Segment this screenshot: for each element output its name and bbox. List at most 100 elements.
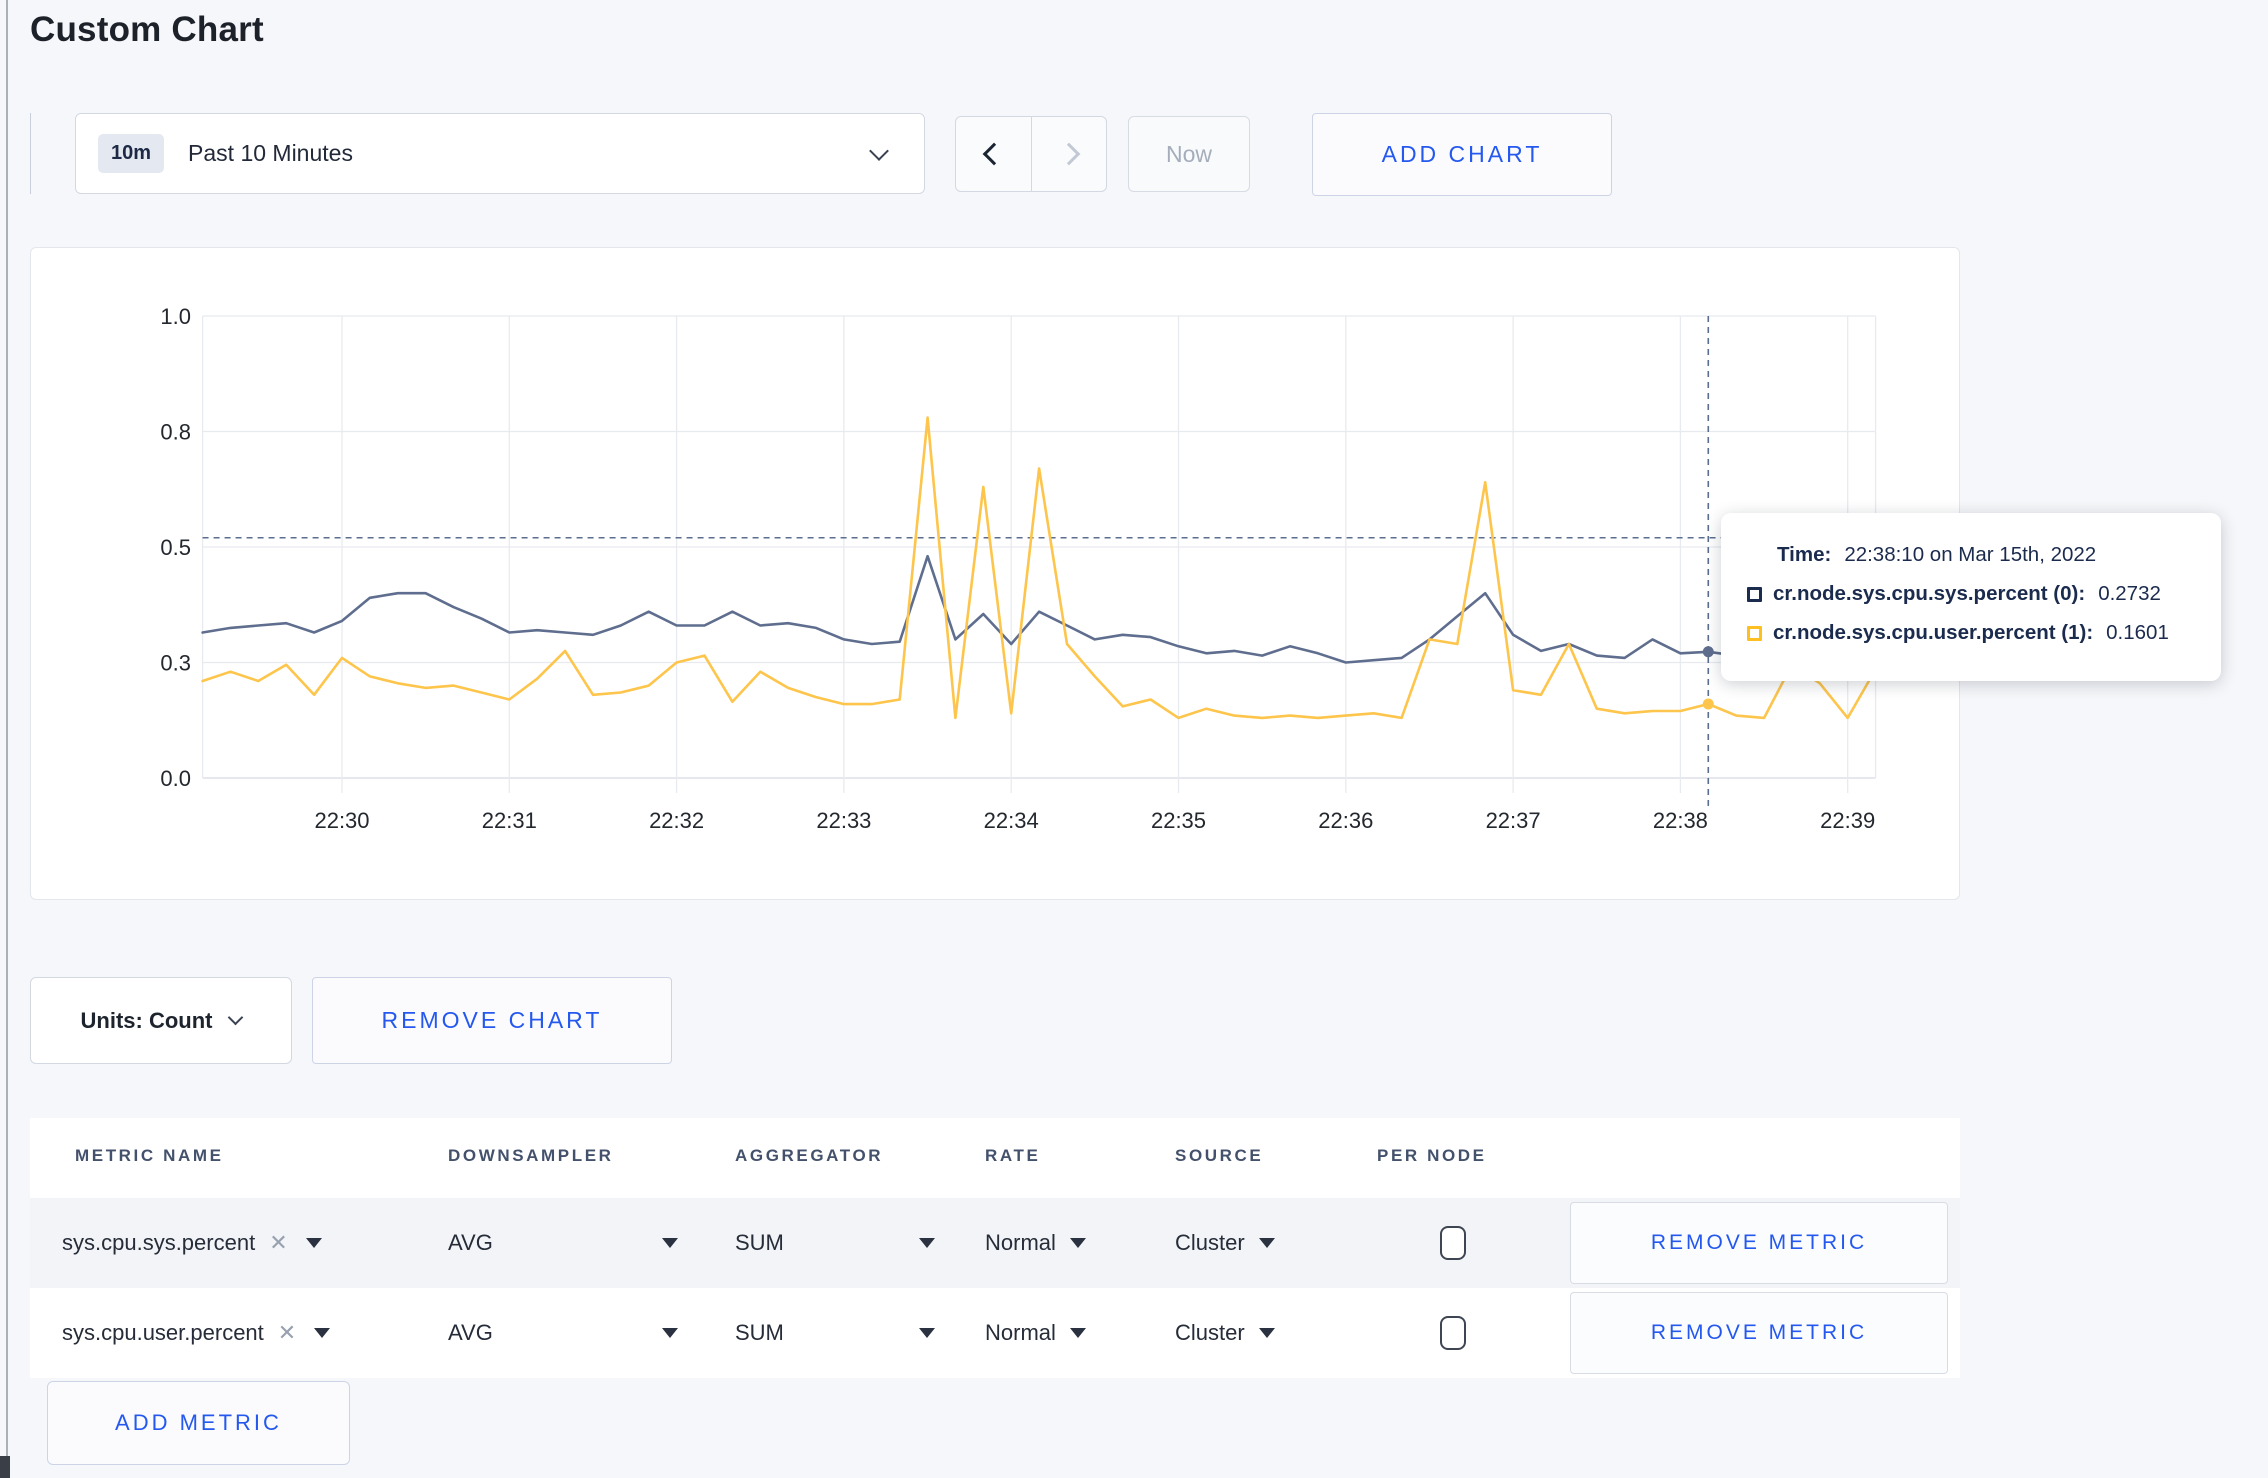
- window-corner-artifact: [0, 1456, 10, 1478]
- units-label: Units: Count: [80, 1007, 213, 1033]
- series-0-legend-square-icon: [1747, 586, 1762, 602]
- dropdown-caret-icon: [662, 1328, 678, 1338]
- x-tick-label: 22:38: [1653, 808, 1708, 833]
- time-range-label: Past 10 Minutes: [188, 140, 353, 166]
- time-nav-group: [955, 116, 1107, 192]
- y-tick-label: 1.0: [160, 304, 191, 329]
- source-select[interactable]: Cluster: [1175, 1288, 1275, 1378]
- tooltip-series-1-value: 0.1601: [2106, 621, 2169, 644]
- per-node-checkbox[interactable]: [1440, 1226, 1466, 1260]
- remove-metric-button[interactable]: REMOVE METRIC: [1570, 1202, 1948, 1284]
- metric-name-select[interactable]: sys.cpu.user.percent ✕: [62, 1288, 331, 1378]
- tooltip-series-0-value: 0.2732: [2098, 582, 2161, 605]
- page-title: Custom Chart: [30, 10, 264, 49]
- next-window-button[interactable]: [1031, 117, 1106, 191]
- metric-row: sys.cpu.user.percent ✕ AVG SUM Normal Cl…: [30, 1288, 1960, 1378]
- x-tick-label: 22:32: [649, 808, 704, 833]
- dropdown-caret-icon: [919, 1238, 935, 1248]
- metrics-table: METRIC NAME DOWNSAMPLER AGGREGATOR RATE …: [30, 1118, 1960, 1378]
- clear-metric-icon[interactable]: ✕: [278, 1320, 296, 1346]
- metric-name-value: sys.cpu.sys.percent: [62, 1230, 256, 1255]
- tooltip-series-row: cr.node.sys.cpu.sys.percent (0): 0.2732: [1747, 582, 2191, 606]
- metric-row: sys.cpu.sys.percent ✕ AVG SUM Normal Clu…: [30, 1198, 1960, 1288]
- dropdown-caret-icon: [919, 1328, 935, 1338]
- dropdown-caret-icon: [1069, 1328, 1086, 1338]
- chart-tooltip: Time: 22:38:10 on Mar 15th, 2022 cr.node…: [1721, 513, 2221, 681]
- x-tick-label: 22:33: [816, 808, 871, 833]
- add-metric-button[interactable]: ADD METRIC: [47, 1381, 350, 1465]
- downsampler-select[interactable]: AVG: [448, 1288, 678, 1378]
- series-line-0: [201, 554, 1877, 664]
- downsampler-value: AVG: [448, 1320, 493, 1345]
- add-chart-button[interactable]: ADD CHART: [1312, 113, 1612, 196]
- units-dropdown[interactable]: Units: Count: [30, 977, 292, 1064]
- col-header-source: SOURCE: [1175, 1146, 1264, 1165]
- x-tick-label: 22:34: [984, 808, 1039, 833]
- dropdown-caret-icon: [314, 1328, 331, 1338]
- tooltip-time-value: 22:38:10 on Mar 15th, 2022: [1844, 543, 2097, 566]
- now-button[interactable]: Now: [1128, 116, 1250, 192]
- x-tick-label: 22:37: [1486, 808, 1541, 833]
- x-tick-label: 22:35: [1151, 808, 1206, 833]
- y-tick-label: 0.5: [160, 535, 191, 560]
- dropdown-caret-icon: [1069, 1238, 1086, 1248]
- rate-value: Normal: [985, 1230, 1056, 1255]
- rate-select[interactable]: Normal: [985, 1198, 1086, 1288]
- remove-metric-button[interactable]: REMOVE METRIC: [1570, 1292, 1948, 1374]
- crosshair-dot-1: [1702, 698, 1714, 710]
- rate-value: Normal: [985, 1320, 1056, 1345]
- clear-metric-icon[interactable]: ✕: [269, 1230, 287, 1256]
- y-tick-label: 0.3: [160, 651, 191, 676]
- metrics-table-header: METRIC NAME DOWNSAMPLER AGGREGATOR RATE …: [30, 1118, 1960, 1198]
- toolbar-divider: [30, 113, 31, 194]
- custom-chart-page: Custom Chart 10m Past 10 Minutes Now ADD…: [0, 0, 2268, 1478]
- chevron-down-icon: [228, 1009, 244, 1026]
- series-line-1: [201, 416, 1877, 720]
- time-range-badge: 10m: [98, 134, 165, 173]
- col-header-aggregator: AGGREGATOR: [735, 1146, 884, 1165]
- x-tick-label: 22:36: [1318, 808, 1373, 833]
- chevron-right-icon: [1057, 142, 1081, 166]
- crosshair-dot-0: [1702, 646, 1714, 658]
- tooltip-series-row: cr.node.sys.cpu.user.percent (1): 0.1601: [1747, 621, 2191, 645]
- col-header-metric-name: METRIC NAME: [75, 1146, 224, 1165]
- y-tick-label: 0.0: [160, 766, 191, 791]
- col-header-per-node: PER NODE: [1377, 1146, 1487, 1165]
- aggregator-value: SUM: [735, 1230, 784, 1255]
- series-1-legend-square-icon: [1747, 625, 1762, 641]
- aggregator-select[interactable]: SUM: [735, 1198, 935, 1288]
- time-range-dropdown[interactable]: 10m Past 10 Minutes: [75, 113, 925, 194]
- y-tick-label: 0.8: [160, 420, 191, 445]
- chart-card: 0.0 0.3 0.5 0.8 1.0 22:30 22:31 22:32 22:33 22:34…: [30, 247, 1960, 900]
- dropdown-caret-icon: [1258, 1238, 1275, 1248]
- per-node-checkbox[interactable]: [1440, 1316, 1466, 1350]
- x-tick-label: 22:31: [482, 808, 537, 833]
- dropdown-caret-icon: [662, 1238, 678, 1248]
- aggregator-select[interactable]: SUM: [735, 1288, 935, 1378]
- rate-select[interactable]: Normal: [985, 1288, 1086, 1378]
- tooltip-series-0-name: cr.node.sys.cpu.sys.percent (0):: [1773, 582, 2086, 605]
- x-tick-label: 22:30: [314, 808, 369, 833]
- col-header-downsampler: DOWNSAMPLER: [448, 1146, 614, 1165]
- source-value: Cluster: [1175, 1320, 1245, 1345]
- source-select[interactable]: Cluster: [1175, 1198, 1275, 1288]
- aggregator-value: SUM: [735, 1320, 784, 1345]
- remove-chart-button[interactable]: REMOVE CHART: [312, 977, 672, 1064]
- chevron-down-icon: [869, 141, 889, 161]
- dropdown-caret-icon: [305, 1238, 322, 1248]
- tooltip-time-label: Time:: [1777, 543, 1832, 566]
- chart-svg[interactable]: 0.0 0.3 0.5 0.8 1.0 22:30 22:31 22:32 22:33 22:34…: [31, 248, 1961, 901]
- col-header-rate: RATE: [985, 1146, 1041, 1165]
- x-tick-label: 22:39: [1820, 808, 1875, 833]
- chevron-left-icon: [982, 142, 1005, 166]
- downsampler-value: AVG: [448, 1230, 493, 1255]
- prev-window-button[interactable]: [956, 117, 1031, 191]
- window-left-edge: [6, 0, 8, 1478]
- tooltip-series-1-name: cr.node.sys.cpu.user.percent (1):: [1773, 621, 2094, 644]
- metric-name-value: sys.cpu.user.percent: [62, 1320, 264, 1345]
- metric-name-select[interactable]: sys.cpu.sys.percent ✕: [62, 1198, 322, 1288]
- downsampler-select[interactable]: AVG: [448, 1198, 678, 1288]
- source-value: Cluster: [1175, 1230, 1245, 1255]
- tooltip-time-row: Time: 22:38:10 on Mar 15th, 2022: [1747, 543, 2191, 567]
- dropdown-caret-icon: [1258, 1328, 1275, 1338]
